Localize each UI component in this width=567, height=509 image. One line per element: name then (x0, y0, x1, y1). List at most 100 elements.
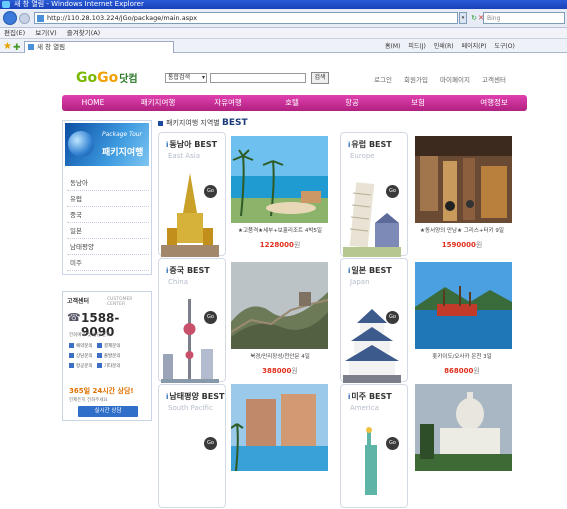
customer-center-box: 고객센터 CUSTOMER CENTER ☎ 1588-9090 전화예약 및 … (62, 291, 152, 421)
cs-row: 출발문의 (103, 354, 121, 359)
price-europe: 1590000원 (441, 241, 483, 249)
search-button[interactable]: 검색 (311, 72, 329, 84)
region-card-china[interactable]: i중국 BEST China Go (158, 258, 226, 383)
ie-icon (2, 1, 10, 8)
photo-south-pacific[interactable] (231, 384, 328, 471)
section-prefix: 패키지여행 지역별 (166, 119, 220, 127)
favorites-star-icon[interactable]: ★ (3, 40, 12, 54)
region-card-south-pacific[interactable]: i남태평양 BEST South Pacific Go (158, 384, 226, 508)
go-button[interactable]: Go (386, 311, 399, 324)
price-china: 388000원 (262, 367, 298, 375)
back-button[interactable] (3, 11, 17, 25)
cs-consult: 365일 24시간 상담! (69, 387, 134, 395)
go-button[interactable]: Go (386, 185, 399, 198)
nav-home[interactable]: HOME (68, 95, 118, 111)
region-en: South Pacific (168, 404, 213, 412)
photo-southeast-asia[interactable] (231, 136, 328, 223)
window-titlebar: 새 창 열림 - Windows Internet Explorer (0, 0, 567, 9)
region-card-europe[interactable]: i유럽 BEST Europe Go (340, 132, 408, 257)
nav-free[interactable]: 자유여행 (200, 95, 256, 111)
site-logo[interactable]: GoGo닷컴 (76, 70, 138, 86)
nav-air[interactable]: 항공 (330, 95, 374, 111)
go-button[interactable]: Go (204, 185, 217, 198)
nav-package[interactable]: 패키지여행 (128, 95, 188, 111)
menu-edit[interactable]: 편집(E) (4, 28, 25, 39)
region-card-japan[interactable]: i일본 BEST Japan Go (340, 258, 408, 383)
nav-hotel[interactable]: 호텔 (270, 95, 314, 111)
cmd-print[interactable]: 인쇄(R) (434, 43, 454, 50)
region-name: i남태평양 BEST (166, 392, 225, 401)
go-button[interactable]: Go (204, 437, 217, 450)
region-card-southeast-asia[interactable]: i동남아 BEST East Asia Go (158, 132, 226, 257)
go-button[interactable]: Go (386, 437, 399, 450)
menu-view[interactable]: 보기(V) (35, 28, 56, 39)
nav-insurance[interactable]: 보험 (396, 95, 440, 111)
address-toolbar: http://110.28.103.224/jGo/package/main.a… (0, 9, 567, 28)
sidebar: Package Tour 패키지여행 동남아 유럽 중국 일본 남태평양 미주 (62, 120, 152, 275)
cmd-page[interactable]: 페이지(P) (462, 43, 487, 50)
cs-consult-sub: 언제든지 전화주세요 (69, 398, 108, 403)
sidebar-item-south-pacific[interactable]: 남태평양 (67, 239, 149, 255)
mypage-link[interactable]: 마이페이지 (440, 76, 470, 84)
region-name: i미주 BEST (348, 392, 392, 401)
caption-china[interactable]: 북경/만리장성/천안문 4일 (225, 352, 335, 360)
cmd-home[interactable]: 홈(M) (385, 43, 400, 50)
address-bar[interactable]: http://110.28.103.224/jGo/package/main.a… (34, 12, 458, 24)
region-card-america[interactable]: i미주 BEST America Go (340, 384, 408, 508)
customer-link[interactable]: 고객센터 (482, 76, 506, 84)
cmd-feeds[interactable]: 피드(J) (408, 43, 426, 50)
address-url: http://110.28.103.224/jGo/package/main.a… (47, 14, 198, 22)
nav-info[interactable]: 여행정보 (466, 95, 522, 111)
section-header: 패키지여행 지역별 BEST (158, 118, 248, 128)
sidebar-item-europe[interactable]: 유럽 (67, 191, 149, 207)
caption-southeast-asia[interactable]: ★고품격★세부+보홀리조트 4박5일 (225, 226, 335, 234)
caption-europe[interactable]: ★동서양의 만남★ 그리스+터키 9일 (407, 226, 517, 234)
search-category-select[interactable]: 통합검색 (165, 73, 207, 83)
region-en: Europe (350, 152, 375, 160)
photo-europe[interactable] (415, 136, 512, 223)
forward-button[interactable] (19, 13, 30, 24)
search-input[interactable]: Bing (483, 12, 565, 24)
region-name: i동남아 BEST (166, 140, 218, 149)
photo-china[interactable] (231, 262, 328, 349)
globe-icon (68, 131, 94, 157)
cmd-tools[interactable]: 도구(O) (494, 43, 514, 50)
banner-en: Package Tour (102, 131, 143, 138)
join-link[interactable]: 회원가입 (404, 76, 428, 84)
cs-row: 항공문의 (76, 364, 93, 369)
package-banner: Package Tour 패키지여행 (65, 123, 149, 166)
tab-page-icon (28, 44, 34, 50)
tab-title: 새 창 열림 (37, 43, 66, 51)
price-japan: 868000원 (444, 367, 480, 375)
login-link[interactable]: 로그인 (374, 76, 392, 84)
region-name: i중국 BEST (166, 266, 210, 275)
phone-icon: ☎ (67, 311, 81, 324)
sidebar-item-china[interactable]: 중국 (67, 207, 149, 223)
cs-row: 예약문의 (76, 344, 93, 349)
menu-favorites[interactable]: 즐겨찾기(A) (67, 28, 100, 39)
cs-rows: 예약문의 결제문의 상담문의 출발문의 항공문의 기타문의 (69, 342, 147, 372)
address-dropdown-button[interactable]: ▾ (459, 12, 467, 24)
page-icon (37, 15, 44, 22)
window-title: 새 창 열림 - Windows Internet Explorer (14, 0, 144, 8)
sidebar-item-america[interactable]: 미주 (67, 255, 149, 271)
go-button[interactable]: Go (204, 311, 217, 324)
top-links: 로그인 회원가입 마이페이지 고객센터 (374, 74, 516, 84)
photo-america[interactable] (415, 384, 512, 471)
menu-bar: 편집(E) 보기(V) 즐겨찾기(A) (0, 28, 567, 39)
add-favorite-icon[interactable]: ✚ (13, 41, 21, 55)
command-bar: 홈(M) 피드(J) 인쇄(R) 페이지(P) 도구(O) (385, 40, 521, 54)
caption-japan[interactable]: 홋카이도/오사카 온천 3일 (407, 352, 517, 360)
region-en: East Asia (168, 152, 200, 160)
price-southeast-asia: 1228000원 (259, 241, 301, 249)
sidebar-item-southeast-asia[interactable]: 동남아 (67, 175, 149, 191)
photo-japan[interactable] (415, 262, 512, 349)
main-nav: HOME 패키지여행 자유여행 호텔 항공 보험 여행정보 (62, 95, 527, 111)
cs-subtitle: CUSTOMER CENTER (107, 297, 133, 307)
cs-note: 전화예약 및 상담 문의 (69, 333, 111, 338)
browser-tab[interactable]: 새 창 열림 (24, 41, 174, 53)
site-search-input[interactable] (210, 73, 306, 83)
sidebar-item-japan[interactable]: 일본 (67, 223, 149, 239)
live-consult-button[interactable]: 실시간 상담 (78, 406, 138, 417)
region-en: China (168, 278, 188, 286)
